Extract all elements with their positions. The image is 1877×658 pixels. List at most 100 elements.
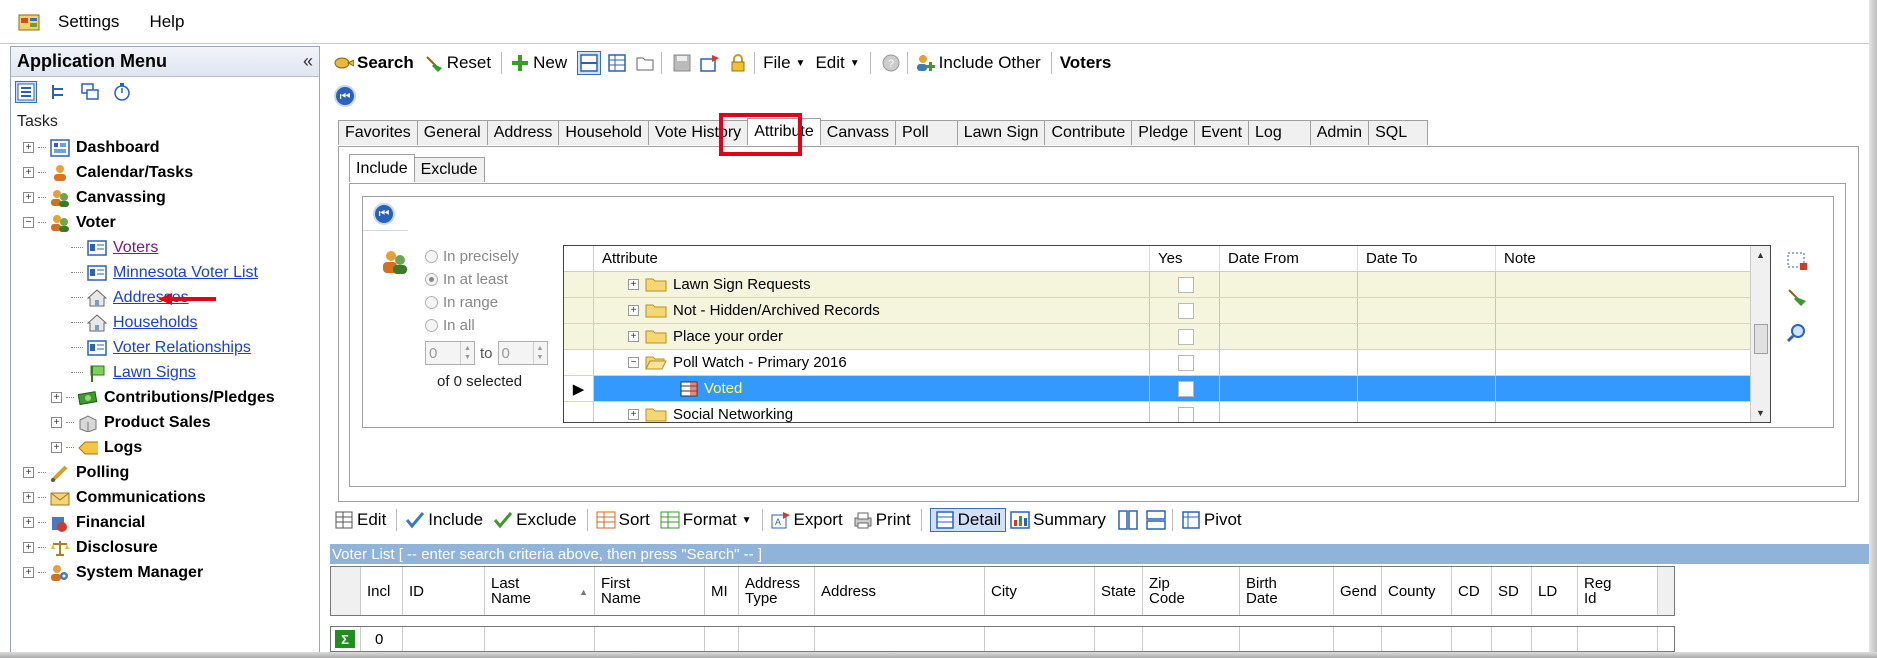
collapse-icon[interactable]: −: [628, 357, 639, 368]
tree-item-voter-relationships[interactable]: Voter Relationships: [17, 335, 319, 360]
collapse-icon[interactable]: −: [23, 217, 34, 228]
column-header-state[interactable]: State: [1095, 567, 1143, 615]
folder-icon[interactable]: [633, 51, 657, 75]
expand-icon[interactable]: +: [23, 567, 34, 578]
column-header-date-to[interactable]: Date To: [1358, 246, 1496, 271]
column-header-note[interactable]: Note: [1496, 246, 1752, 271]
yes-checkbox[interactable]: [1178, 302, 1194, 319]
file-menu-button[interactable]: File ▼: [763, 53, 805, 73]
tree-item-calendar-tasks[interactable]: + Calendar/Tasks: [17, 160, 319, 185]
broom-icon[interactable]: [1785, 285, 1809, 309]
yes-checkbox[interactable]: [1178, 354, 1194, 371]
tree-item-canvassing[interactable]: + Canvassing: [17, 185, 319, 210]
table-row[interactable]: + Social Networking: [564, 402, 1770, 422]
tab-favorites[interactable]: Favorites: [338, 120, 418, 145]
tree-item-minnesota-voter-list[interactable]: Minnesota Voter List: [17, 260, 319, 285]
expand-icon[interactable]: +: [51, 392, 62, 403]
tab-log[interactable]: Log: [1248, 120, 1311, 145]
tab-event[interactable]: Event: [1194, 120, 1250, 145]
tab-contribute[interactable]: Contribute: [1044, 120, 1133, 145]
scroll-down-icon[interactable]: ▼: [1756, 408, 1765, 418]
include-other-button[interactable]: Include Other: [916, 53, 1041, 73]
column-header-address-type[interactable]: Address Type: [739, 567, 815, 615]
table-row[interactable]: − Poll Watch - Primary 2016: [564, 350, 1770, 376]
navigate-first-icon[interactable]: ⏮: [373, 202, 395, 225]
radio-in-range[interactable]: [425, 296, 438, 309]
expand-icon[interactable]: +: [23, 492, 34, 503]
exclude-button[interactable]: Exclude: [493, 510, 577, 530]
tree-item-product-sales[interactable]: + Product Sales: [17, 410, 319, 435]
navigate-first-icon[interactable]: ⏮: [334, 85, 356, 107]
search-button[interactable]: Search: [334, 53, 414, 73]
stopwatch-icon[interactable]: [111, 81, 133, 103]
expand-icon[interactable]: +: [23, 167, 34, 178]
tab-general[interactable]: General: [416, 120, 488, 145]
expand-icon[interactable]: +: [23, 192, 34, 203]
lock-icon[interactable]: [726, 51, 750, 75]
column-header-last-name[interactable]: Last Name ▲: [485, 567, 595, 615]
table-row[interactable]: + Not - Hidden/Archived Records: [564, 298, 1770, 324]
help-icon[interactable]: ?: [879, 51, 903, 75]
column-header-zip-code[interactable]: Zip Code: [1143, 567, 1240, 615]
edit-menu-button[interactable]: Edit ▼: [815, 53, 859, 73]
format-button[interactable]: Format ▼: [660, 510, 752, 530]
collapse-panel-icon[interactable]: «: [303, 51, 313, 72]
column-header-attribute[interactable]: Attribute: [594, 246, 1150, 271]
tab-lawn-sign[interactable]: Lawn Sign: [956, 120, 1046, 145]
from-count-stepper[interactable]: 0 ▲ ▼: [425, 341, 475, 365]
rows-view-icon[interactable]: [1144, 508, 1168, 532]
expand-icon[interactable]: +: [23, 467, 34, 478]
tree-item-households[interactable]: Households: [17, 310, 319, 335]
table-row[interactable]: ▶ Voted: [564, 376, 1770, 402]
expand-icon[interactable]: +: [51, 417, 62, 428]
column-header-yes[interactable]: Yes: [1150, 246, 1220, 271]
tab-exclude[interactable]: Exclude: [413, 157, 485, 182]
expand-icon[interactable]: +: [23, 142, 34, 153]
column-header-date-from[interactable]: Date From: [1220, 246, 1358, 271]
split-view-icon[interactable]: [577, 51, 602, 75]
tree-item-system-manager[interactable]: + System Manager: [17, 560, 319, 585]
expand-icon[interactable]: +: [628, 305, 639, 316]
columns-view-icon[interactable]: [1116, 508, 1140, 532]
save-icon[interactable]: [670, 51, 694, 75]
sort-button[interactable]: Sort: [596, 510, 650, 530]
option-in-precisely[interactable]: In precisely: [425, 245, 548, 268]
tab-sql[interactable]: SQL: [1368, 120, 1429, 145]
tab-poll[interactable]: Poll: [895, 120, 958, 145]
option-in-at-least[interactable]: In at least: [425, 268, 548, 291]
yes-checkbox[interactable]: [1178, 406, 1194, 422]
reset-button[interactable]: Reset: [424, 53, 491, 73]
tab-address[interactable]: Address: [486, 120, 560, 145]
yes-checkbox[interactable]: [1178, 276, 1194, 293]
tree-view-icon[interactable]: [47, 81, 69, 103]
tree-item-logs[interactable]: + Logs: [17, 435, 319, 460]
scroll-thumb[interactable]: [1754, 324, 1768, 354]
tree-item-voters[interactable]: Voters: [17, 235, 319, 260]
column-header-gender[interactable]: Gend: [1334, 567, 1382, 615]
column-header-city[interactable]: City: [985, 567, 1095, 615]
column-header-mi[interactable]: MI: [705, 567, 739, 615]
expand-icon[interactable]: +: [23, 542, 34, 553]
tree-item-disclosure[interactable]: + Disclosure: [17, 535, 319, 560]
column-header-county[interactable]: County: [1382, 567, 1452, 615]
magnifier-icon[interactable]: [1785, 321, 1809, 345]
radio-in-all[interactable]: [425, 319, 438, 332]
expand-icon[interactable]: +: [628, 409, 639, 420]
windows-view-icon[interactable]: [79, 81, 101, 103]
column-header-ld[interactable]: LD: [1532, 567, 1578, 615]
tree-item-polling[interactable]: + Polling: [17, 460, 319, 485]
column-header-cd[interactable]: CD: [1452, 567, 1492, 615]
tree-item-lawn-signs[interactable]: Lawn Signs: [17, 360, 319, 385]
tree-item-contributions-pledges[interactable]: + Contributions/Pledges: [17, 385, 319, 410]
edit-list-button[interactable]: Edit: [334, 510, 386, 530]
column-header-birth-date[interactable]: Birth Date: [1240, 567, 1334, 615]
tree-item-communications[interactable]: + Communications: [17, 485, 319, 510]
tab-pledge[interactable]: Pledge: [1131, 120, 1196, 145]
yes-checkbox[interactable]: [1178, 380, 1194, 397]
option-in-all[interactable]: In all: [425, 314, 548, 337]
yes-checkbox[interactable]: [1178, 328, 1194, 345]
include-button[interactable]: Include: [405, 510, 483, 530]
column-header-first-name[interactable]: First Name: [595, 567, 705, 615]
column-header-incl[interactable]: Incl: [361, 567, 403, 615]
menu-help[interactable]: Help: [149, 12, 184, 32]
